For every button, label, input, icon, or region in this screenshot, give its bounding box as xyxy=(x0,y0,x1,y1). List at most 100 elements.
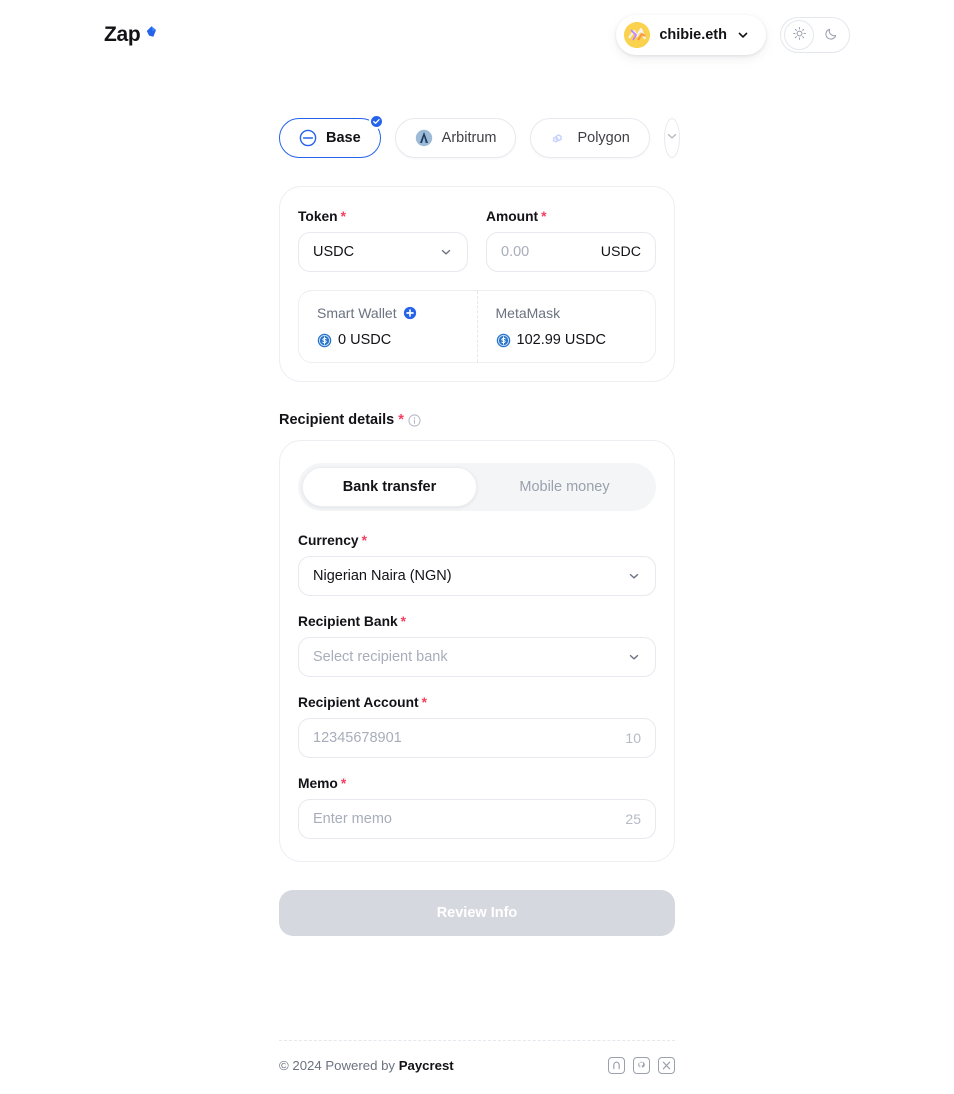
network-label-polygon: Polygon xyxy=(577,130,630,146)
network-selector: Base Arbitrum Polygon xyxy=(279,114,680,158)
wallet-smart-balance: 0 USDC xyxy=(338,332,392,348)
recipient-bank-label: Recipient Bank * xyxy=(298,614,656,629)
network-chip-polygon[interactable]: Polygon xyxy=(530,118,650,158)
required-marker: * xyxy=(340,776,347,791)
required-marker: * xyxy=(398,412,404,428)
usdc-icon xyxy=(317,333,332,348)
token-value: USDC xyxy=(313,244,355,260)
required-marker: * xyxy=(400,614,407,629)
token-label-text: Token xyxy=(298,209,338,224)
wallet-metamask-balance: 102.99 USDC xyxy=(516,332,606,348)
memo-input[interactable]: Enter memo xyxy=(313,811,625,827)
memo-field: Memo * Enter memo 25 xyxy=(298,776,656,839)
check-icon xyxy=(368,114,384,129)
main-content: Base Arbitrum Polygon Token * USDC Amoun… xyxy=(0,70,954,1040)
avatar xyxy=(624,22,651,48)
recipient-account-input-wrap[interactable]: 12345678901 10 xyxy=(298,718,656,758)
paycrest-icon[interactable] xyxy=(608,1057,625,1074)
amount-field: Amount * 0.00 USDC xyxy=(486,209,656,272)
recipient-card: Bank transfer Mobile money Currency * Ni… xyxy=(279,440,675,862)
zap-diamond-icon xyxy=(145,25,158,38)
chevron-down-icon xyxy=(627,650,641,664)
theme-toggle xyxy=(780,17,850,53)
network-more-button[interactable] xyxy=(663,118,680,158)
network-chip-base[interactable]: Base xyxy=(279,114,384,158)
account-name: chibie.eth xyxy=(659,27,727,43)
header-actions: chibie.eth xyxy=(616,15,850,55)
app-root: Zap chibie.eth Base Arbitrum Polygon Tok… xyxy=(0,0,954,1094)
currency-label-text: Currency xyxy=(298,533,359,548)
amount-currency-suffix: USDC xyxy=(600,244,641,260)
recipient-method-tabs: Bank transfer Mobile money xyxy=(298,463,656,511)
usdc-icon xyxy=(496,333,511,348)
arbitrum-icon xyxy=(415,129,433,147)
github-icon[interactable] xyxy=(633,1057,650,1074)
footer-brand[interactable]: Paycrest xyxy=(399,1058,454,1073)
tab-bank-transfer[interactable]: Bank transfer xyxy=(302,467,477,507)
amount-label: Amount * xyxy=(486,209,656,224)
network-chip-arbitrum[interactable]: Arbitrum xyxy=(394,118,517,158)
app-header: Zap chibie.eth xyxy=(0,0,954,70)
app-logo[interactable]: Zap xyxy=(104,23,158,47)
tab-mobile-money[interactable]: Mobile money xyxy=(477,467,652,507)
x-twitter-icon[interactable] xyxy=(658,1057,675,1074)
chevron-down-icon xyxy=(736,28,750,42)
wallet-smart-title: Smart Wallet xyxy=(317,305,459,321)
currency-select[interactable]: Nigerian Naira (NGN) xyxy=(298,556,656,596)
amount-input-wrap[interactable]: 0.00 USDC xyxy=(486,232,656,272)
app-footer: © 2024 Powered by Paycrest xyxy=(279,1040,675,1094)
recipient-account-label-text: Recipient Account xyxy=(298,695,419,710)
wallet-balances: Smart Wallet 0 USDC MetaMask 102.99 USDC xyxy=(298,290,656,363)
recipient-bank-placeholder: Select recipient bank xyxy=(313,649,448,665)
currency-field: Currency * Nigerian Naira (NGN) xyxy=(298,533,656,596)
footer-copyright-text: © 2024 Powered by xyxy=(279,1058,399,1073)
form-container: Base Arbitrum Polygon Token * USDC Amoun… xyxy=(279,114,680,936)
wallet-metamask-title: MetaMask xyxy=(496,305,638,321)
footer-copyright: © 2024 Powered by Paycrest xyxy=(279,1058,454,1073)
sun-icon xyxy=(792,26,807,44)
wallet-smart-balance-row: 0 USDC xyxy=(317,332,459,348)
memo-input-wrap[interactable]: Enter memo 25 xyxy=(298,799,656,839)
memo-label: Memo * xyxy=(298,776,656,791)
recipient-bank-label-text: Recipient Bank xyxy=(298,614,398,629)
token-select[interactable]: USDC xyxy=(298,232,468,272)
wallet-metamask[interactable]: MetaMask 102.99 USDC xyxy=(476,291,656,362)
recipient-account-input[interactable]: 12345678901 xyxy=(313,730,625,746)
review-info-button[interactable]: Review Info xyxy=(279,890,675,936)
plus-circle-icon[interactable] xyxy=(403,306,417,320)
footer-row: © 2024 Powered by Paycrest xyxy=(279,1041,675,1074)
required-marker: * xyxy=(421,695,427,710)
token-amount-row: Token * USDC Amount * 0.00 USDC xyxy=(298,209,656,272)
currency-value: Nigerian Naira (NGN) xyxy=(313,568,452,584)
wallet-smart-name: Smart Wallet xyxy=(317,305,397,321)
required-marker: * xyxy=(340,209,346,224)
chevron-down-icon xyxy=(665,129,679,148)
footer-social-links xyxy=(608,1057,675,1074)
amount-label-text: Amount xyxy=(486,209,539,224)
required-marker: * xyxy=(541,209,547,224)
recipient-account-counter: 10 xyxy=(625,730,641,746)
amount-input[interactable]: 0.00 xyxy=(501,244,601,260)
wallet-metamask-name: MetaMask xyxy=(495,305,561,321)
chevron-down-icon xyxy=(439,245,453,259)
chevron-down-icon xyxy=(627,569,641,583)
wallet-smart[interactable]: Smart Wallet 0 USDC xyxy=(299,291,477,362)
theme-dark-button[interactable] xyxy=(816,20,846,50)
token-label: Token * xyxy=(298,209,468,224)
token-field: Token * USDC xyxy=(298,209,468,272)
wallet-metamask-balance-row: 102.99 USDC xyxy=(496,332,638,348)
account-button[interactable]: chibie.eth xyxy=(616,15,766,55)
recipient-account-field: Recipient Account * 12345678901 10 xyxy=(298,695,656,758)
recipient-account-label: Recipient Account * xyxy=(298,695,656,710)
info-icon[interactable] xyxy=(408,413,421,427)
network-label-base: Base xyxy=(326,130,361,146)
recipient-bank-field: Recipient Bank * Select recipient bank xyxy=(298,614,656,677)
transfer-card: Token * USDC Amount * 0.00 USDC Smart Wa… xyxy=(279,186,675,382)
theme-light-button[interactable] xyxy=(784,20,814,50)
polygon-icon xyxy=(550,129,568,147)
recipient-bank-select[interactable]: Select recipient bank xyxy=(298,637,656,677)
moon-icon xyxy=(824,26,839,44)
currency-label: Currency * xyxy=(298,533,656,548)
required-marker: * xyxy=(361,533,367,548)
logo-text: Zap xyxy=(104,23,141,46)
